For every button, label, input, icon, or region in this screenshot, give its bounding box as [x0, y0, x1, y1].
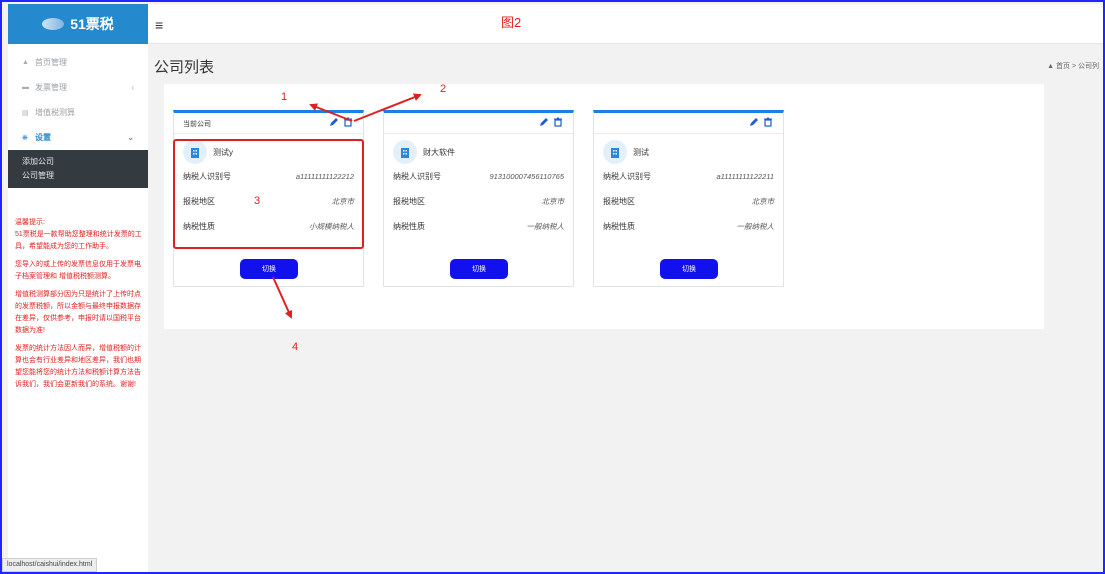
arrow-1: [309, 103, 353, 122]
arrow-4: [272, 276, 293, 319]
annotation-arrows: [272, 93, 422, 319]
screenshot-frame: 51票税 ▲ 首页管理 ▬ 发票管理 ‹ ▤ 增值税测算 ❋ 设置 ⌄ 添加公司…: [0, 0, 1105, 574]
arrow-2: [353, 93, 422, 122]
